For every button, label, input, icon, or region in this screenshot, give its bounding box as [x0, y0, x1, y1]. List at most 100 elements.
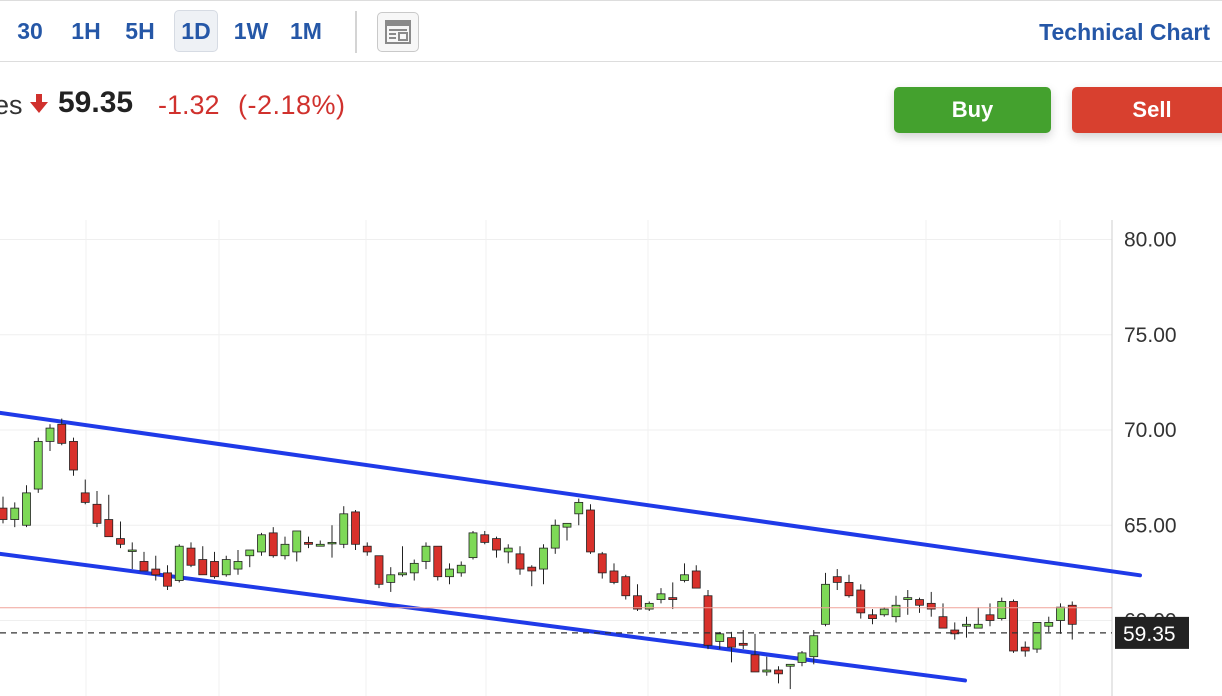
candle — [515, 546, 525, 575]
y-tick-label: 80.00 — [1124, 229, 1177, 252]
candle-body — [738, 642, 748, 646]
candle — [703, 590, 713, 650]
candle — [456, 561, 466, 577]
candle — [762, 656, 772, 676]
candle-body — [727, 637, 736, 648]
candle — [633, 584, 642, 611]
candle-body — [633, 595, 642, 610]
candle-body — [304, 541, 313, 545]
candle — [221, 555, 231, 577]
candle-body — [856, 589, 866, 614]
candle — [797, 650, 807, 667]
candle — [938, 603, 948, 629]
candle-body — [668, 597, 678, 600]
candle-body — [45, 427, 55, 442]
candle — [198, 546, 208, 576]
candle — [92, 490, 102, 528]
candle — [127, 542, 137, 570]
candle-body — [609, 570, 619, 583]
candle-body — [327, 541, 337, 545]
candle — [973, 607, 983, 629]
candle — [503, 544, 513, 564]
candle-body — [492, 538, 501, 551]
candle — [398, 546, 407, 577]
candle-body — [33, 441, 43, 490]
candle-body — [832, 576, 842, 583]
candle-body — [245, 549, 255, 557]
candle-body — [985, 614, 995, 621]
candle-body — [680, 574, 689, 581]
candle — [69, 437, 78, 476]
candle — [33, 437, 43, 493]
candle — [832, 569, 842, 591]
candle — [468, 530, 478, 560]
candle — [409, 559, 419, 581]
candle-body — [797, 652, 807, 663]
candle — [421, 542, 431, 570]
candle-body — [550, 524, 560, 549]
candle — [445, 563, 454, 585]
candle — [351, 510, 360, 551]
candle-body — [127, 549, 137, 552]
candle — [856, 584, 866, 619]
candle — [268, 527, 278, 558]
candle-body — [1056, 606, 1065, 621]
candle-body — [1032, 622, 1042, 650]
candle-body — [292, 530, 302, 553]
candle-body — [339, 513, 349, 545]
candle — [879, 607, 889, 617]
candle-body — [1009, 601, 1018, 652]
candle — [163, 565, 172, 591]
candle — [609, 563, 619, 585]
candle-body — [421, 545, 431, 562]
candle — [104, 494, 114, 538]
candle-body — [22, 492, 31, 526]
candle — [527, 565, 537, 587]
candle-body — [879, 608, 889, 616]
candle — [680, 563, 689, 583]
candle — [362, 542, 372, 556]
candle — [950, 622, 960, 640]
candle-body — [762, 669, 772, 673]
candle-body — [10, 507, 20, 520]
candle-body — [186, 547, 196, 566]
candle-body — [656, 593, 666, 600]
candle-body — [104, 519, 114, 538]
candle — [597, 551, 607, 579]
candle-body — [480, 534, 490, 543]
candle-body — [621, 576, 631, 597]
candle-body — [821, 583, 830, 625]
candle — [656, 588, 666, 604]
candle-body — [268, 532, 278, 557]
candle-body — [163, 572, 172, 587]
candle — [1020, 641, 1030, 657]
candle-body — [539, 547, 548, 570]
candle — [1067, 601, 1077, 640]
candle-body — [915, 599, 924, 606]
y-tick-label: 65.00 — [1124, 514, 1177, 537]
candle-body — [198, 559, 208, 576]
candle-body — [503, 547, 513, 553]
candle — [233, 550, 243, 575]
candle-body — [844, 582, 854, 597]
candle — [774, 666, 783, 684]
candle — [257, 532, 266, 556]
candle-body — [116, 538, 125, 545]
candles — [0, 418, 1077, 690]
candle-body — [92, 503, 102, 524]
candle — [45, 424, 55, 451]
candle — [644, 601, 654, 611]
candle-body — [386, 574, 396, 583]
candle — [174, 544, 184, 583]
candle-body — [151, 568, 161, 576]
candlestick-chart[interactable]: 80.0075.0070.0065.0060.0059.35 — [0, 0, 1222, 696]
candle-body — [0, 507, 8, 520]
candle-body — [527, 566, 537, 572]
trendline-lower — [0, 551, 967, 683]
candle — [891, 595, 901, 623]
candle — [480, 530, 490, 545]
candle — [151, 555, 161, 581]
candle-body — [703, 595, 713, 646]
candle — [339, 506, 349, 549]
candle-body — [468, 532, 478, 559]
